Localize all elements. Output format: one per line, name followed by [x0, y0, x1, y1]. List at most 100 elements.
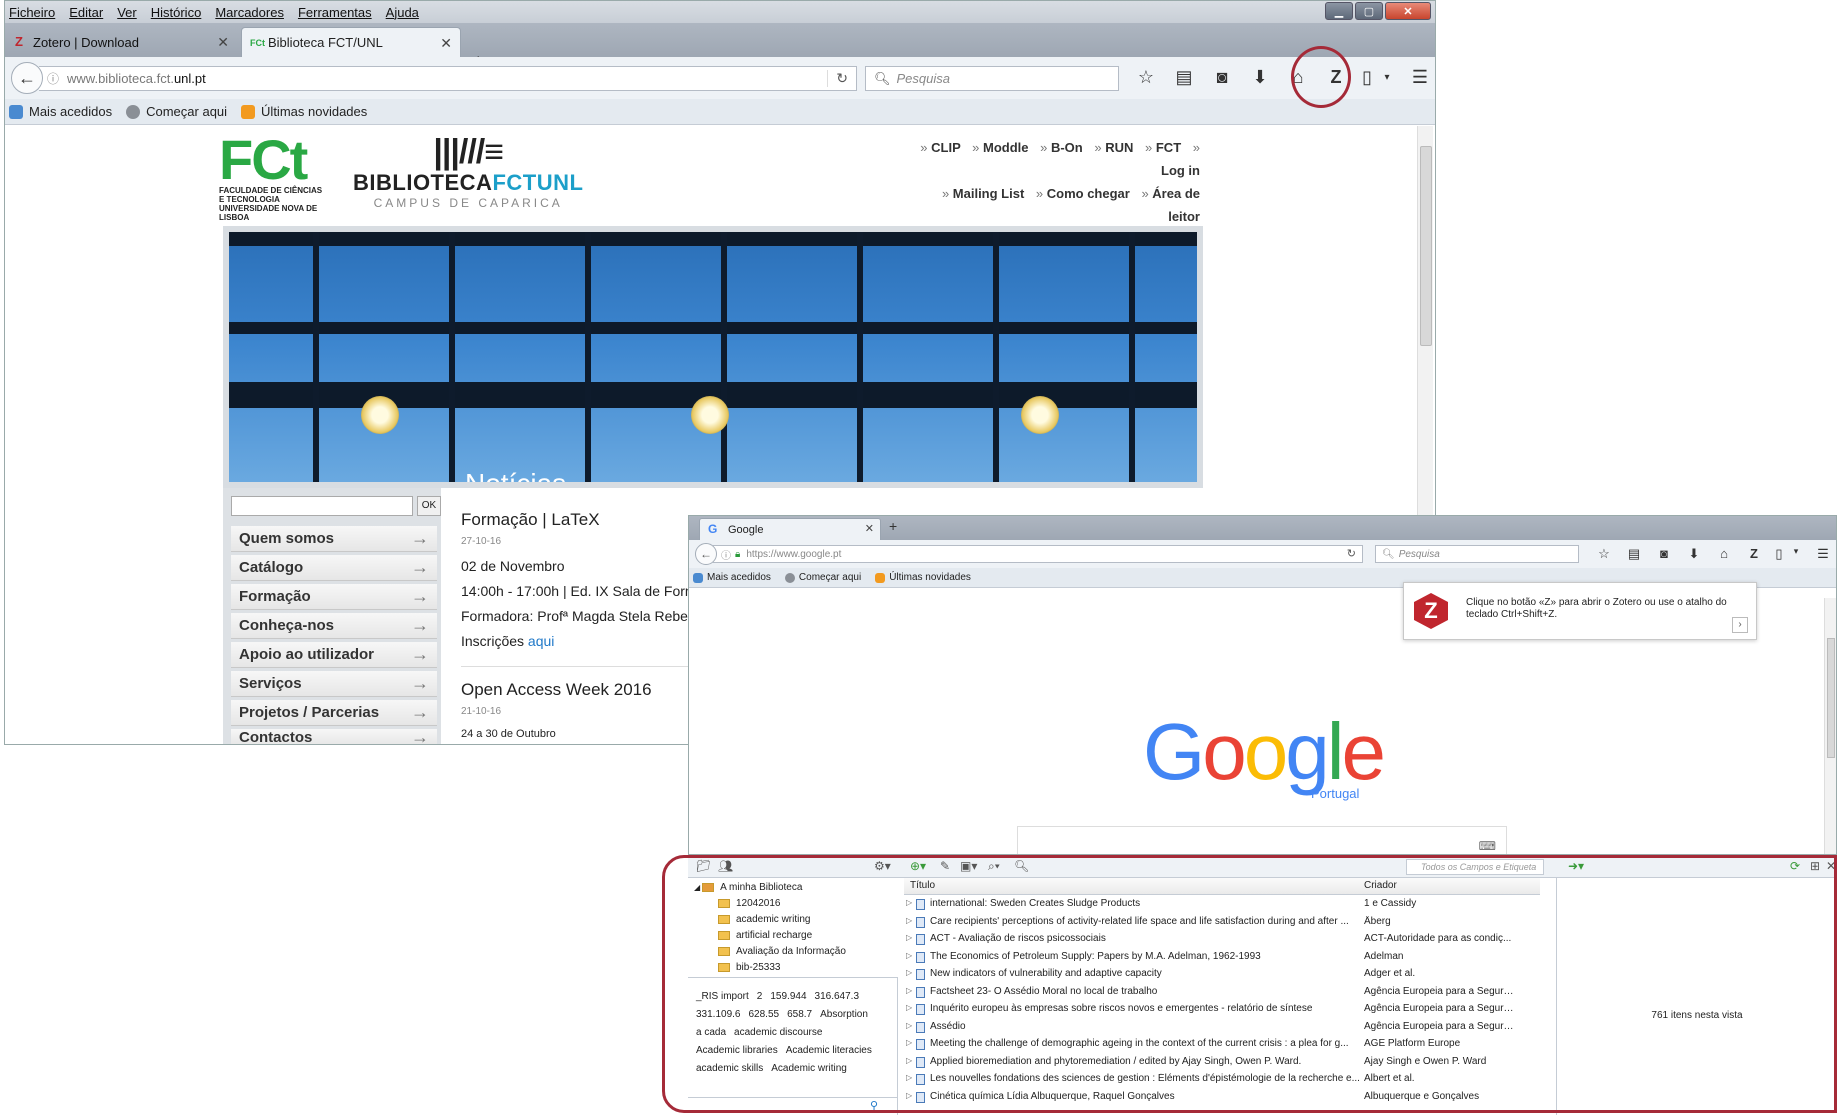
scrollbar-thumb[interactable] [1420, 146, 1432, 346]
pocket-icon[interactable]: ◙ [1649, 546, 1679, 562]
google-search-input[interactable]: ⌨ [1017, 826, 1507, 854]
biblioteca-logo[interactable]: |||///≡ BIBLIOTECAFCTUNL CAMPUS DE CAPAR… [353, 134, 583, 210]
save-page-icon[interactable]: ▯ [1355, 67, 1379, 88]
bookmark-mais-acedidos[interactable]: Mais acedidos [693, 572, 771, 583]
menu-label: Contactos [239, 729, 313, 745]
site-search-input[interactable] [231, 496, 413, 516]
hero-image: Notícias [223, 226, 1203, 488]
search-placeholder: Pesquisa [1398, 548, 1440, 560]
url-bar[interactable]: ⓘ 🔒︎ https://www.google.pt ↻ [713, 545, 1363, 563]
download-icon[interactable]: ⬇ [1679, 546, 1709, 562]
tab-google[interactable]: G Google ✕ [699, 518, 881, 540]
reading-list-icon[interactable]: ▤ [1619, 546, 1649, 562]
reading-list-icon[interactable]: ▤ [1165, 67, 1203, 88]
bookmark-ultimas-novidades[interactable]: Últimas novidades [875, 572, 971, 583]
hero-post [313, 232, 319, 482]
search-input[interactable]: 🔍︎ Pesquisa [1375, 545, 1579, 563]
menu-projetos-parcerias[interactable]: Projetos / Parcerias → [231, 700, 437, 726]
scrollbar-thumb[interactable] [1827, 638, 1835, 758]
url-host: www.biblioteca.fct. [67, 71, 174, 86]
reload-icon[interactable]: ↻ [827, 70, 848, 87]
site-search-ok-button[interactable]: OK [417, 496, 441, 516]
link-como-chegar[interactable]: Como chegar [1036, 186, 1130, 201]
news-link-aqui[interactable]: aqui [528, 633, 554, 649]
popup-next-button[interactable]: › [1732, 617, 1748, 633]
menu-contactos[interactable]: Contactos → [231, 729, 437, 745]
tab-zotero-download[interactable]: Z Zotero | Download ✕ [7, 27, 237, 57]
menu-quem-somos[interactable]: Quem somos → [231, 526, 437, 552]
back-button[interactable]: ← [695, 543, 717, 565]
menu-conheca-nos[interactable]: Conheça-nos → [231, 613, 437, 639]
lamp [691, 396, 729, 434]
url-bar[interactable]: ⓘ www.biblioteca.fct. unl.pt ↻ [39, 66, 857, 91]
info-icon[interactable]: ⓘ [47, 70, 59, 87]
download-icon[interactable]: ⬇ [1241, 67, 1279, 88]
new-tab-button[interactable]: + [889, 518, 897, 534]
tab-bar: G Google ✕ + [689, 516, 1836, 540]
zotero-z-icon[interactable]: Z [1739, 546, 1769, 562]
page-scrollbar[interactable] [1824, 598, 1836, 854]
info-icon[interactable]: ⓘ [721, 547, 731, 562]
fct-logo[interactable]: FCt FACULDADE DE CIÊNCIAS E TECNOLOGIA U… [219, 132, 329, 223]
news-title[interactable]: Open Access Week 2016 [461, 680, 652, 700]
menu-label: Catálogo [239, 559, 304, 576]
link-fct[interactable]: FCT [1145, 140, 1181, 155]
menu-ver[interactable]: Ver [117, 5, 137, 20]
rss-icon [241, 104, 256, 119]
link-b-on[interactable]: B-On [1040, 140, 1083, 155]
reload-icon[interactable]: ↻ [1347, 547, 1356, 560]
search-input[interactable]: 🔍︎ Pesquisa [865, 66, 1119, 91]
tab-close-icon[interactable]: ✕ [217, 34, 229, 51]
bookmark-mais-acedidos[interactable]: Mais acedidos [9, 104, 112, 119]
close-window-button[interactable]: ✕ [1385, 2, 1431, 20]
home-icon[interactable]: ⌂ [1709, 546, 1739, 562]
bookmark-comecar-aqui[interactable]: Começar aqui [126, 104, 227, 119]
link-moddle[interactable]: Moddle [972, 140, 1028, 155]
menu-catalogo[interactable]: Catálogo → [231, 555, 437, 581]
bookmark-star-icon[interactable]: ☆ [1127, 67, 1165, 88]
menu-historico[interactable]: Histórico [151, 5, 202, 20]
link-clip[interactable]: CLIP [920, 140, 960, 155]
menu-label: Apoio ao utilizador [239, 646, 374, 663]
bookmark-label: Mais acedidos [707, 572, 771, 583]
menu-ficheiro[interactable]: Ficheiro [9, 5, 55, 20]
chevron-down-icon[interactable]: ▾ [1379, 72, 1395, 83]
biblioteca-logo-bars: |||///≡ [433, 133, 504, 171]
menu-marcadores[interactable]: Marcadores [215, 5, 284, 20]
link-mailing-list[interactable]: Mailing List [942, 186, 1024, 201]
back-button[interactable]: ← [11, 62, 43, 94]
menu-formacao[interactable]: Formação → [231, 584, 437, 610]
menu-ferramentas[interactable]: Ferramentas [298, 5, 372, 20]
tab-biblioteca[interactable]: FCt Biblioteca FCT/UNL ✕ [241, 27, 461, 57]
menu-ajuda[interactable]: Ajuda [386, 5, 419, 20]
bookmark-comecar-aqui[interactable]: Começar aqui [784, 572, 861, 583]
browser-window-google: G Google ✕ + ⓘ 🔒︎ https://www.google.pt … [688, 515, 1837, 855]
url-domain: unl.pt [173, 71, 206, 86]
lock-icon[interactable]: 🔒︎ [735, 549, 740, 560]
hamburger-menu-icon[interactable]: ☰ [1803, 546, 1836, 562]
news-line: Formadora: Profª Magda Stela Rebelo [461, 608, 699, 624]
menu-servicos[interactable]: Serviços → [231, 671, 437, 697]
save-page-icon[interactable]: ▯ [1769, 546, 1789, 562]
bookmark-star-icon[interactable]: ☆ [1589, 546, 1619, 562]
hero-beam [229, 232, 1197, 246]
keyboard-icon[interactable]: ⌨ [1479, 839, 1496, 853]
toolbar-icons: ☆ ▤ ◙ ⬇ ⌂ Z ▯ ▾ ☰ [1589, 546, 1836, 562]
pocket-icon[interactable]: ◙ [1203, 67, 1241, 88]
hamburger-menu-icon[interactable]: ☰ [1395, 67, 1435, 88]
news-title[interactable]: Formação | LaTeX [461, 510, 600, 530]
menu-editar[interactable]: Editar [69, 5, 103, 20]
rss-icon [875, 572, 886, 583]
chevron-down-icon[interactable]: ▾ [1789, 546, 1803, 562]
news-line: 24 a 30 de Outubro [461, 728, 556, 740]
news-date: 27-10-16 [461, 536, 502, 547]
minimize-button[interactable]: ▁ [1325, 2, 1353, 20]
tab-close-icon[interactable]: ✕ [440, 35, 452, 52]
hero-post [449, 232, 455, 482]
maximize-button[interactable]: ▢ [1355, 2, 1383, 20]
link-area-de-leitor[interactable]: Área de leitor [1141, 186, 1200, 224]
bookmark-ultimas-novidades[interactable]: Últimas novidades [241, 104, 367, 119]
tab-close-icon[interactable]: ✕ [865, 522, 874, 535]
link-run[interactable]: RUN [1094, 140, 1133, 155]
menu-apoio-ao-utilizador[interactable]: Apoio ao utilizador → [231, 642, 437, 668]
